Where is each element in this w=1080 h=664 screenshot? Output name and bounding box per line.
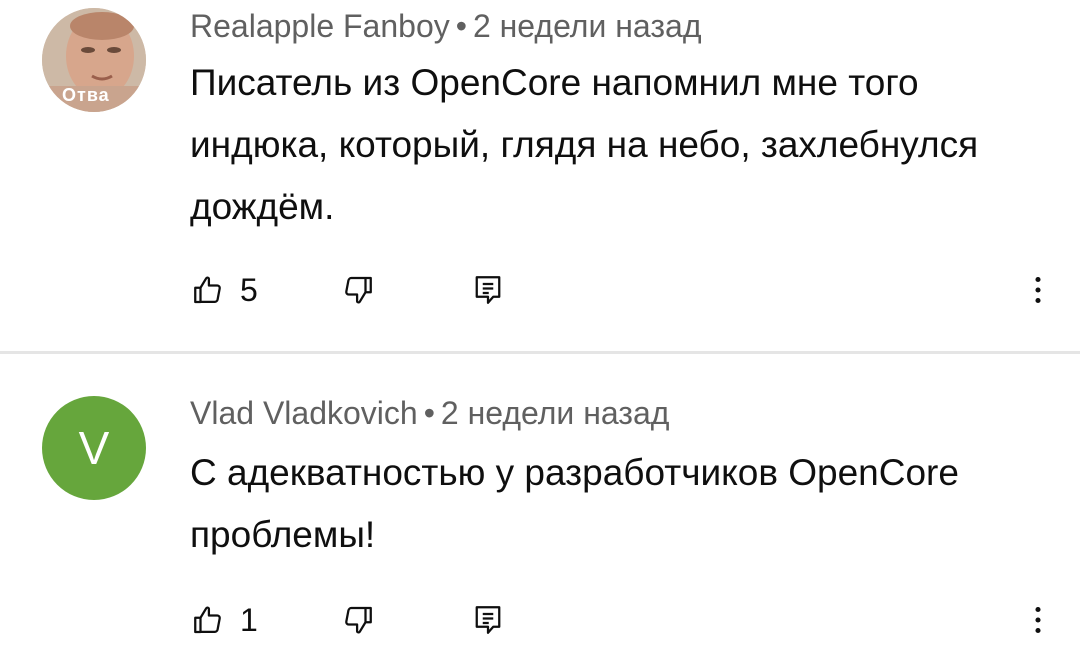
like-button[interactable]: 1 bbox=[190, 598, 258, 642]
comment-text: Писатель из OpenCore напомнил мне того и… bbox=[190, 62, 979, 227]
comment: Отва Realapple Fanboy • 2 недели назад Пис… bbox=[0, 0, 1080, 351]
comment: V Vlad Vladkovich • 2 недели назад С адекв… bbox=[0, 354, 1080, 664]
comment-author[interactable]: Vlad Vladkovich bbox=[190, 395, 418, 431]
meta-separator: • bbox=[423, 395, 435, 431]
like-button[interactable]: 5 bbox=[190, 268, 258, 312]
dislike-button[interactable] bbox=[340, 598, 376, 642]
comment-meta: Vlad Vladkovich • 2 недели назад bbox=[190, 395, 669, 432]
comment-author[interactable]: Realapple Fanboy bbox=[190, 8, 450, 44]
comment-time[interactable]: 2 недели назад bbox=[441, 395, 670, 431]
comment-meta: Realapple Fanboy • 2 недели назад bbox=[190, 8, 701, 45]
like-count: 5 bbox=[240, 271, 258, 308]
avatar-badge: Отва bbox=[62, 85, 110, 105]
more-options-button[interactable] bbox=[1020, 268, 1056, 312]
reply-icon bbox=[475, 606, 501, 634]
like-count: 1 bbox=[240, 601, 258, 638]
dislike-button[interactable] bbox=[340, 268, 376, 312]
thumbs-down-icon bbox=[345, 606, 372, 634]
comments-list: Отва Realapple Fanboy • 2 недели назад Пис… bbox=[0, 0, 1080, 664]
reply-button[interactable] bbox=[470, 598, 506, 642]
comment-actions: 1 bbox=[190, 598, 1060, 642]
comment-time[interactable]: 2 недели назад bbox=[473, 8, 702, 44]
reply-icon bbox=[475, 276, 501, 304]
reply-button[interactable] bbox=[470, 268, 506, 312]
avatar[interactable]: V bbox=[42, 396, 146, 500]
comment-actions: 5 bbox=[190, 268, 1060, 312]
thumbs-up-icon bbox=[194, 276, 221, 304]
avatar[interactable]: Отва bbox=[42, 8, 146, 112]
more-vertical-icon bbox=[1035, 606, 1041, 634]
meta-separator: • bbox=[455, 8, 467, 44]
more-vertical-icon bbox=[1035, 276, 1041, 304]
avatar-letter: V bbox=[78, 422, 110, 474]
thumbs-down-icon bbox=[345, 276, 372, 304]
more-options-button[interactable] bbox=[1020, 598, 1056, 642]
thumbs-up-icon bbox=[194, 606, 221, 634]
comment-text: С адекватностью у разработчиков OpenCore… bbox=[190, 452, 959, 555]
